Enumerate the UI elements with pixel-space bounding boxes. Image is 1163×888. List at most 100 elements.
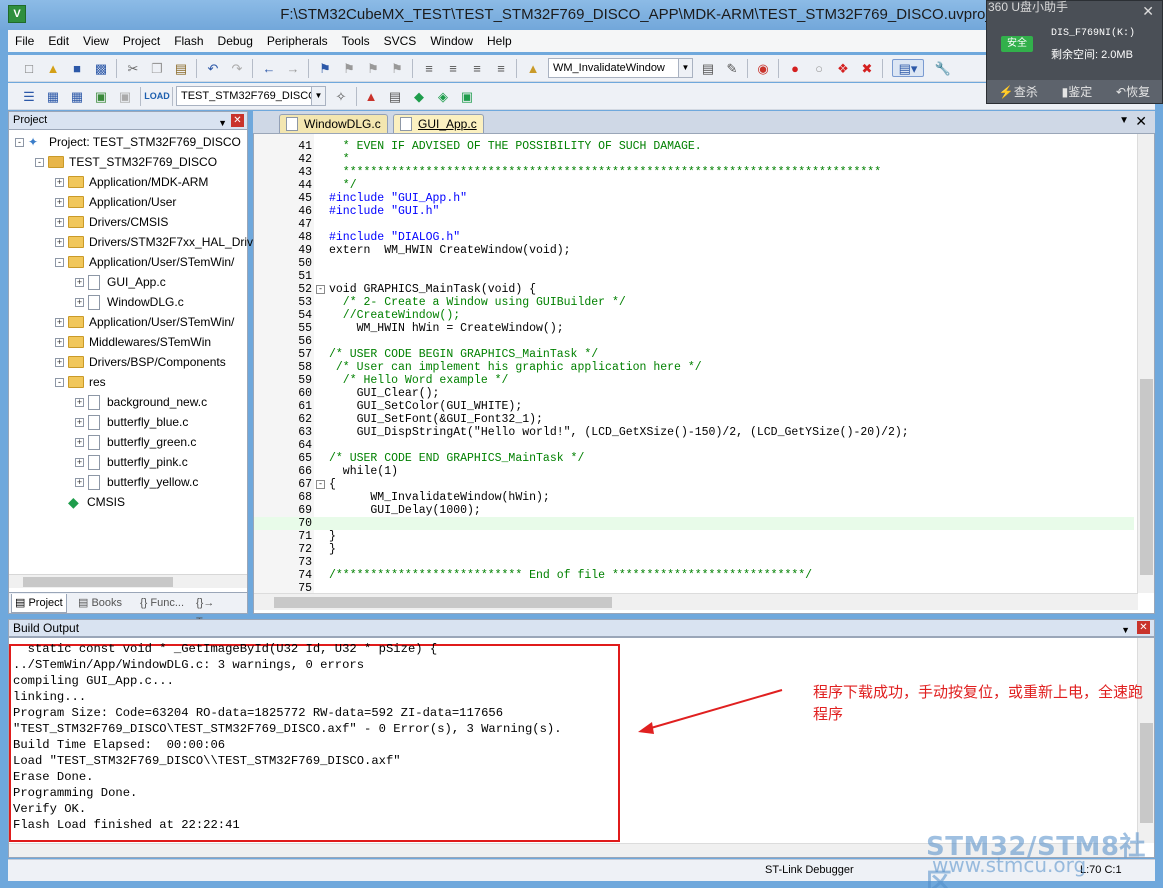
code-line[interactable]: 70 [254,517,1134,530]
nav-back-icon[interactable]: ← [260,59,278,77]
target-combo[interactable]: TEST_STM32F769_DISCO ▼ [176,86,326,106]
nav-forward-icon[interactable]: → [284,59,302,77]
close-icon[interactable]: ✕ [1142,3,1154,20]
stop-build-icon[interactable]: ▣ [116,87,134,105]
expand-icon[interactable]: + [55,337,64,347]
tab-templates[interactable]: {}→ Temp... [193,594,247,628]
paste-icon[interactable]: ▤ [172,59,190,77]
tree-item[interactable]: + WindowDLG.c [75,292,184,312]
breakpoint-insert-icon[interactable]: ● [786,59,804,77]
menu-file[interactable]: File [8,30,41,52]
tree-item[interactable]: + Middlewares/STemWin [55,332,211,352]
expand-icon[interactable]: + [75,397,84,407]
project-horizontal-scrollbar[interactable] [9,574,247,588]
tree-item[interactable]: + Application/User [55,192,176,212]
code-line[interactable]: 74 /*************************** End of fi… [254,569,1134,582]
fold-toggle-icon[interactable]: - [316,480,325,489]
unindent-icon[interactable]: ≡ [444,59,462,77]
close-icon[interactable]: ✕ [1137,621,1150,634]
code-line[interactable]: 62 GUI_SetFont(&GUI_Font32_1); [254,413,1134,426]
code-line[interactable]: 43 *************************************… [254,166,1134,179]
file-extensions-icon[interactable]: ▤ [386,87,404,105]
code-line[interactable]: 61 GUI_SetColor(GUI_WHITE); [254,400,1134,413]
expand-icon[interactable]: + [75,437,84,447]
batch-build-icon[interactable]: ▣ [92,87,110,105]
code-line[interactable]: 68 WM_InvalidateWindow(hWin); [254,491,1134,504]
build-vertical-scrollbar[interactable] [1137,638,1154,843]
undo-icon[interactable]: ↶ [204,59,222,77]
menu-peripherals[interactable]: Peripherals [260,30,335,52]
chevron-down-icon[interactable]: ▼ [311,87,325,105]
tree-item[interactable]: - ✦ Project: TEST_STM32F769_DISCO [15,132,241,152]
editor-vertical-scrollbar[interactable] [1137,134,1154,593]
target-options-icon[interactable]: ✧ [332,87,350,105]
code-line[interactable]: 69 GUI_Delay(1000); [254,504,1134,517]
code-line[interactable]: 58 /* User can implement his graphic app… [254,361,1134,374]
code-line[interactable]: 63 GUI_DispStringAt("Hello world!", (LCD… [254,426,1134,439]
code-line[interactable]: 59 /* Hello Word example */ [254,374,1134,387]
code-line[interactable]: 41 * EVEN IF ADVISED OF THE POSSIBILITY … [254,140,1134,153]
collapse-icon[interactable]: - [55,377,64,387]
code-line[interactable]: 60 GUI_Clear(); [254,387,1134,400]
code-line[interactable]: 52- void GRAPHICS_MainTask(void) { [254,283,1134,296]
tab-project[interactable]: ▤ Project [11,594,67,613]
tree-item[interactable]: + Drivers/CMSIS [55,212,168,232]
run-time-environment-icon[interactable]: ▣ [458,87,476,105]
rebuild-icon[interactable]: ▦ [68,87,86,105]
uncomment-icon[interactable]: ≡ [492,59,510,77]
tree-item[interactable]: + Drivers/BSP/Components [55,352,226,372]
tree-item[interactable]: - res [55,372,106,392]
expand-icon[interactable]: + [55,197,64,207]
code-line[interactable]: 50 [254,257,1134,270]
tree-item[interactable]: + butterfly_green.c [75,432,196,452]
expand-icon[interactable]: + [75,297,84,307]
tree-item[interactable]: - TEST_STM32F769_DISCO [35,152,217,172]
indent-icon[interactable]: ≡ [420,59,438,77]
code-line[interactable]: 47 [254,218,1134,231]
save-all-icon[interactable]: ▩ [92,59,110,77]
bookmark-prev-icon[interactable]: ⚑ [340,59,358,77]
tab-books[interactable]: ▤ Books [75,594,125,613]
find-icon[interactable]: ▤ [699,59,717,77]
breakpoint-disable-all-icon[interactable]: ❖ [834,59,852,77]
code-line[interactable]: 55 WM_HWIN hWin = CreateWindow(); [254,322,1134,335]
collapse-icon[interactable]: - [35,157,44,167]
expand-icon[interactable]: + [75,277,84,287]
code-line[interactable]: 54 //CreateWindow(); [254,309,1134,322]
comment-icon[interactable]: ≡ [468,59,486,77]
fold-toggle-icon[interactable]: - [316,285,325,294]
tab-windowdlg[interactable]: WindowDLG.c [279,114,388,133]
tab-functions[interactable]: {} Func... [137,594,187,613]
open-file-icon[interactable]: ▲ [44,59,62,77]
usb-restore-button[interactable]: ↶恢复 [1116,83,1150,100]
select-software-packs-icon[interactable]: ◈ [434,87,452,105]
code-line[interactable]: 49 extern WM_HWIN CreateWindow(void); [254,244,1134,257]
menu-window[interactable]: Window [423,30,480,52]
expand-icon[interactable]: + [75,417,84,427]
close-icon[interactable]: ✕ [1135,113,1147,130]
build-output-panel[interactable]: static const void * _GetImageById(U32 Id… [8,637,1155,858]
tab-gui-app[interactable]: GUI_App.c [393,114,484,133]
breakpoint-disable-icon[interactable]: ○ [810,59,828,77]
menu-edit[interactable]: Edit [41,30,76,52]
tree-item[interactable]: + butterfly_yellow.c [75,472,198,492]
expand-icon[interactable]: + [55,217,64,227]
menu-tools[interactable]: Tools [335,30,377,52]
tree-item[interactable]: - Application/User/STemWin/ [55,252,234,272]
tree-item[interactable]: + Application/User/STemWin/ [55,312,234,332]
debug-session-icon[interactable]: ◉ [754,59,772,77]
download-load-icon[interactable]: LOAD [144,87,170,105]
code-line[interactable]: 51 [254,270,1134,283]
tree-item[interactable]: + butterfly_pink.c [75,452,188,472]
code-line[interactable]: 45 #include "GUI_App.h" [254,192,1134,205]
editor-horizontal-scrollbar[interactable] [254,593,1138,610]
scroll-thumb[interactable] [1140,379,1153,575]
menu-project[interactable]: Project [116,30,167,52]
usb-identify-button[interactable]: ▮鉴定 [1062,83,1093,100]
cut-icon[interactable]: ✂ [124,59,142,77]
code-line[interactable]: 48 #include "DIALOG.h" [254,231,1134,244]
build-icon[interactable]: ▦ [44,87,62,105]
menu-view[interactable]: View [76,30,116,52]
tree-item[interactable]: ◆ CMSIS [55,492,125,512]
code-line[interactable]: 71} [254,530,1134,543]
